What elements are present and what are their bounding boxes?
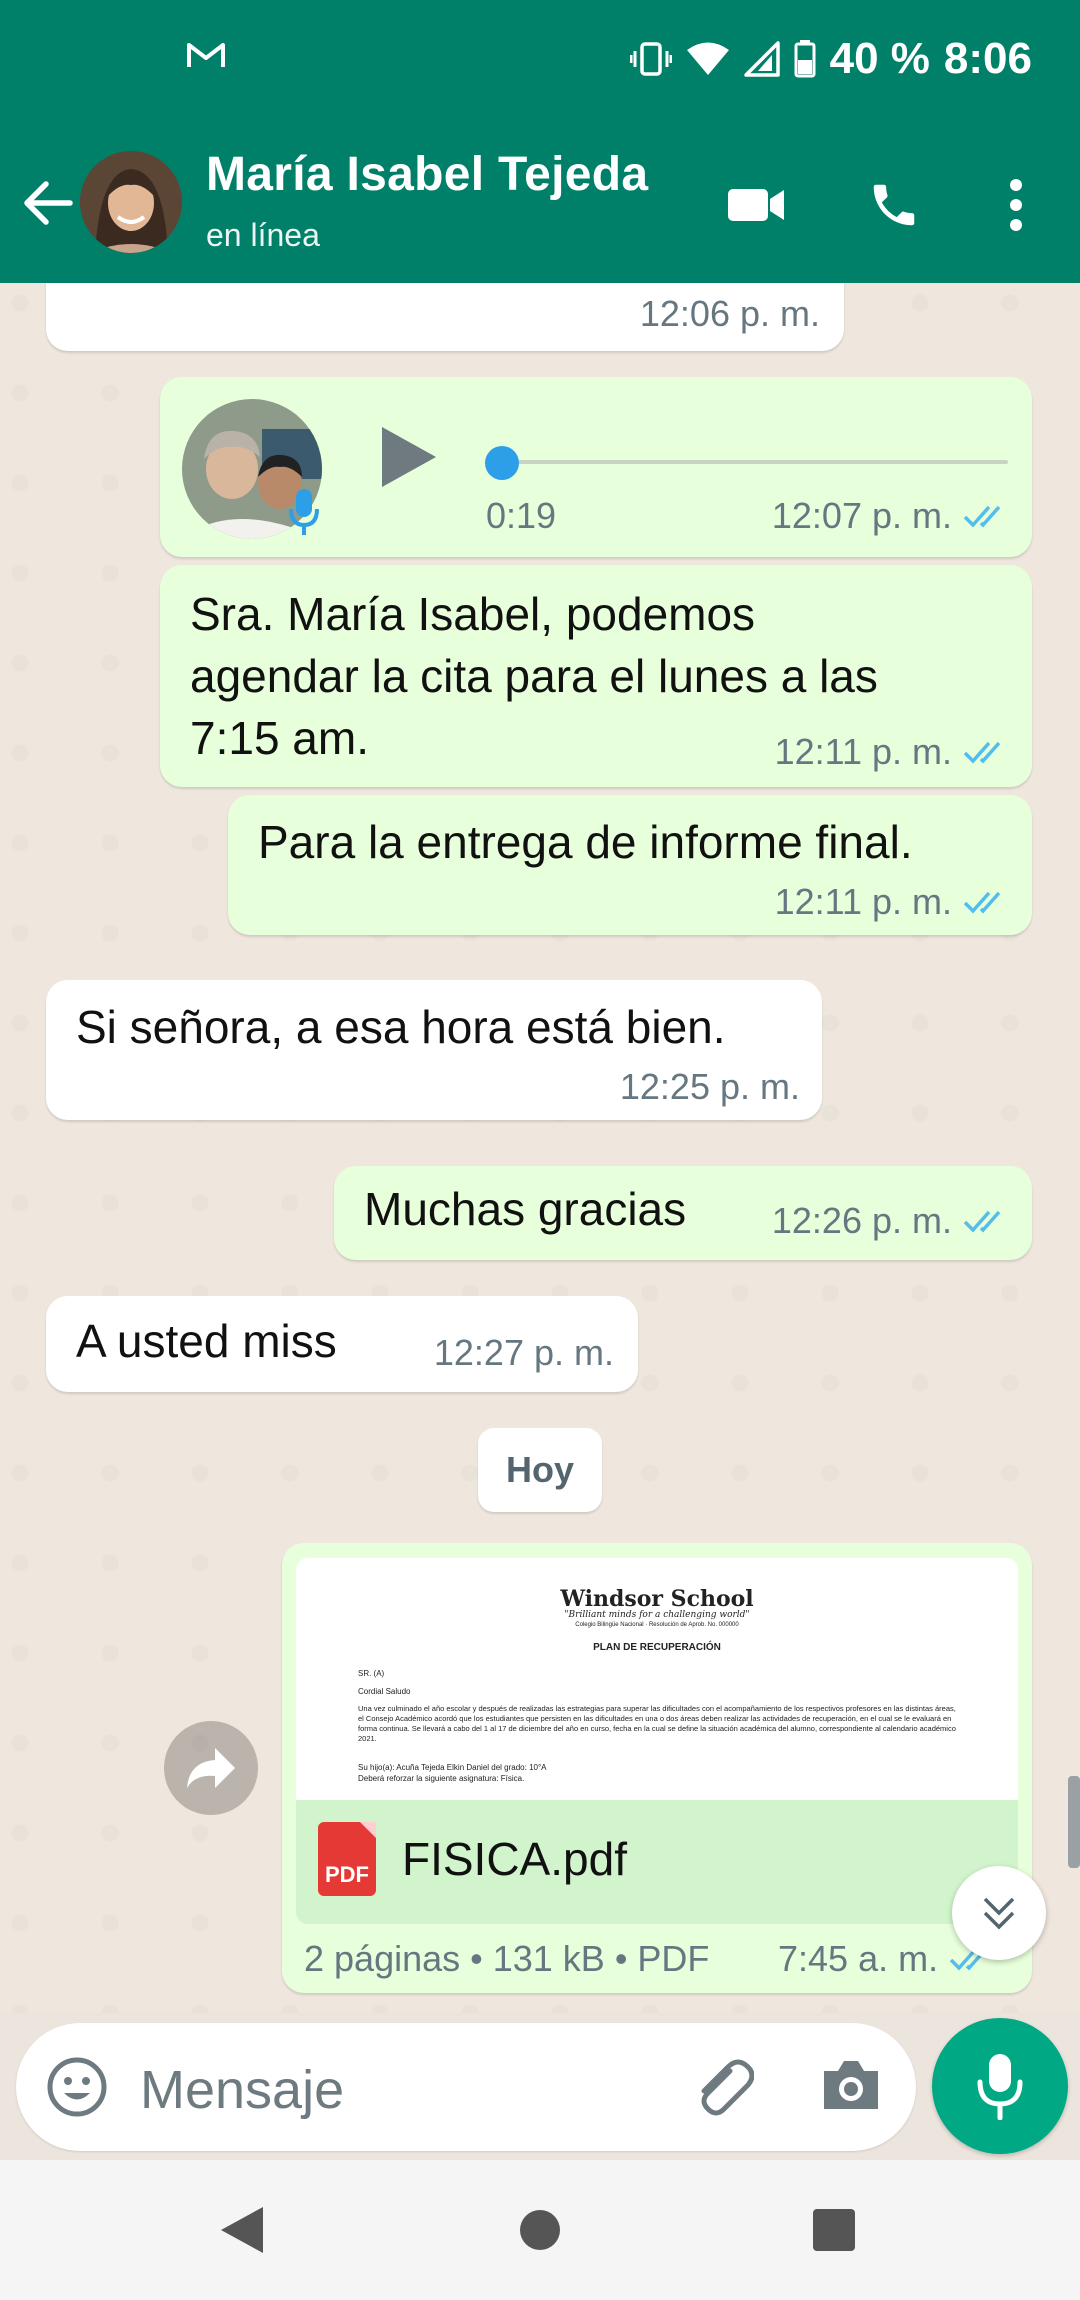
message-line: Sra. María Isabel, podemos (190, 588, 756, 640)
avatar[interactable] (80, 151, 182, 253)
message-outgoing[interactable]: Muchas gracias 12:26 p. m. (334, 1166, 1032, 1260)
pdf-body: Una vez culminado el año escolar y despu… (358, 1704, 956, 1743)
pdf-subtitle: Colegio Bilingüe Nacional · Resolución d… (575, 1622, 739, 1628)
back-arrow-icon[interactable] (18, 173, 78, 233)
phone-icon[interactable] (862, 173, 926, 237)
document-file-row[interactable]: PDF FISICA.pdf (296, 1800, 1018, 1924)
message-meta: 12:26 p. m. (772, 1200, 1010, 1242)
message-text: A usted miss (76, 1315, 337, 1367)
message-text: Muchas gracias (364, 1183, 687, 1235)
contact-status: en línea (206, 217, 320, 253)
pdf-heading: PLAN DE RECUPERACIÓN (593, 1642, 721, 1653)
message-time: 12:07 p. m. (771, 495, 952, 536)
message-text: Para la entrega de informe final. (258, 816, 913, 868)
message-line: agendar la cita para el lunes a las (190, 650, 878, 702)
battery-icon (794, 40, 816, 78)
voice-duration: 0:19 (486, 495, 557, 536)
double-chevron-down-icon (983, 1897, 1015, 1930)
mic-badge-icon (288, 487, 320, 544)
message-meta: 12:11 p. m. (775, 881, 1010, 923)
pdf-school-name: Windsor School (560, 1586, 754, 1612)
more-vert-icon[interactable] (984, 173, 1048, 237)
double-check-icon (963, 891, 1001, 914)
message-meta: 12:11 p. m. (775, 731, 1010, 773)
signal-icon (743, 41, 780, 77)
document-file-name: FISICA.pdf (402, 1833, 627, 1885)
message-time: 12:27 p. m. (433, 1332, 614, 1373)
message-time: 12:11 p. m. (774, 881, 952, 922)
video-call-icon[interactable] (724, 173, 788, 237)
chat-header: María Isabel Tejeda en línea (0, 125, 1080, 283)
message-time: 12:11 p. m. (774, 731, 952, 772)
chat-area[interactable]: 12:06 p. m. 0:19 12:07 p. m. Sra. María … (0, 283, 1080, 2013)
message-input[interactable]: Mensaje (16, 2023, 916, 2151)
emoji-icon[interactable] (46, 2056, 108, 2123)
vibrate-icon (629, 41, 672, 77)
voice-message[interactable]: 0:19 12:07 p. m. (160, 377, 1032, 557)
message-incoming[interactable]: Si señora, a esa hora está bien. 12:25 p… (46, 980, 822, 1120)
double-check-icon (963, 1210, 1001, 1233)
pdf-line: SR. (A) (358, 1669, 385, 1678)
nav-back-icon[interactable] (212, 2200, 272, 2260)
double-check-icon (963, 741, 1001, 764)
status-bar: 40 % 8:06 (0, 0, 1080, 125)
attach-icon[interactable] (690, 2055, 755, 2124)
wifi-icon (686, 41, 730, 77)
pdf-line: Su hijo(a): Acuña Tejeda Elkin Daniel de… (358, 1763, 547, 1772)
document-info: 2 páginas • 131 kB • PDF (304, 1938, 710, 1979)
message-incoming[interactable]: A usted miss 12:27 p. m. (46, 1296, 638, 1392)
message-meta: 12:07 p. m. (772, 495, 1010, 537)
message-time: 7:45 a. m. (778, 1938, 939, 1979)
battery-percent: 40 % (829, 34, 930, 83)
message-incoming[interactable]: 12:06 p. m. (46, 283, 844, 351)
message-outgoing[interactable]: Sra. María Isabel, podemos agendar la ci… (160, 565, 1032, 787)
message-input-placeholder[interactable]: Mensaje (140, 2059, 344, 2121)
forward-icon[interactable] (164, 1721, 258, 1815)
pdf-line: Deberá reforzar la siguiente asignatura:… (358, 1774, 525, 1783)
play-icon[interactable] (378, 425, 438, 494)
voice-progress-track[interactable] (488, 460, 1008, 464)
document-preview[interactable]: Windsor School "Brilliant minds for a ch… (296, 1558, 1018, 1800)
scrollbar-thumb[interactable] (1068, 1776, 1080, 1868)
mic-icon (977, 2054, 1023, 2120)
voice-progress-handle[interactable] (485, 446, 519, 480)
message-text: Si señora, a esa hora está bien. (76, 1001, 726, 1053)
message-time: 12:25 p. m. (619, 1066, 800, 1107)
pdf-line: Cordial Saludo (358, 1687, 411, 1696)
double-check-icon (963, 505, 1001, 528)
gmail-icon (186, 40, 226, 75)
camera-icon[interactable] (820, 2057, 882, 2118)
compose-bar: Mensaje (0, 2013, 1080, 2158)
pdf-file-icon: PDF (318, 1822, 376, 1896)
nav-home-icon[interactable] (510, 2200, 570, 2260)
contact-name[interactable]: María Isabel Tejeda (206, 147, 648, 202)
message-time: 12:06 p. m. (639, 293, 820, 334)
clock: 8:06 (943, 34, 1032, 83)
nav-recents-icon[interactable] (804, 2200, 864, 2260)
status-icons: 40 % 8:06 (629, 34, 1032, 84)
message-outgoing[interactable]: Para la entrega de informe final. 12:11 … (228, 795, 1032, 935)
date-chip: Hoy (478, 1428, 602, 1512)
scroll-to-bottom-button[interactable] (952, 1866, 1046, 1960)
message-time: 12:26 p. m. (771, 1200, 952, 1241)
pdf-motto: "Brilliant minds for a challenging world… (564, 1610, 750, 1620)
system-nav-bar (0, 2160, 1080, 2300)
mic-button[interactable] (932, 2018, 1068, 2154)
